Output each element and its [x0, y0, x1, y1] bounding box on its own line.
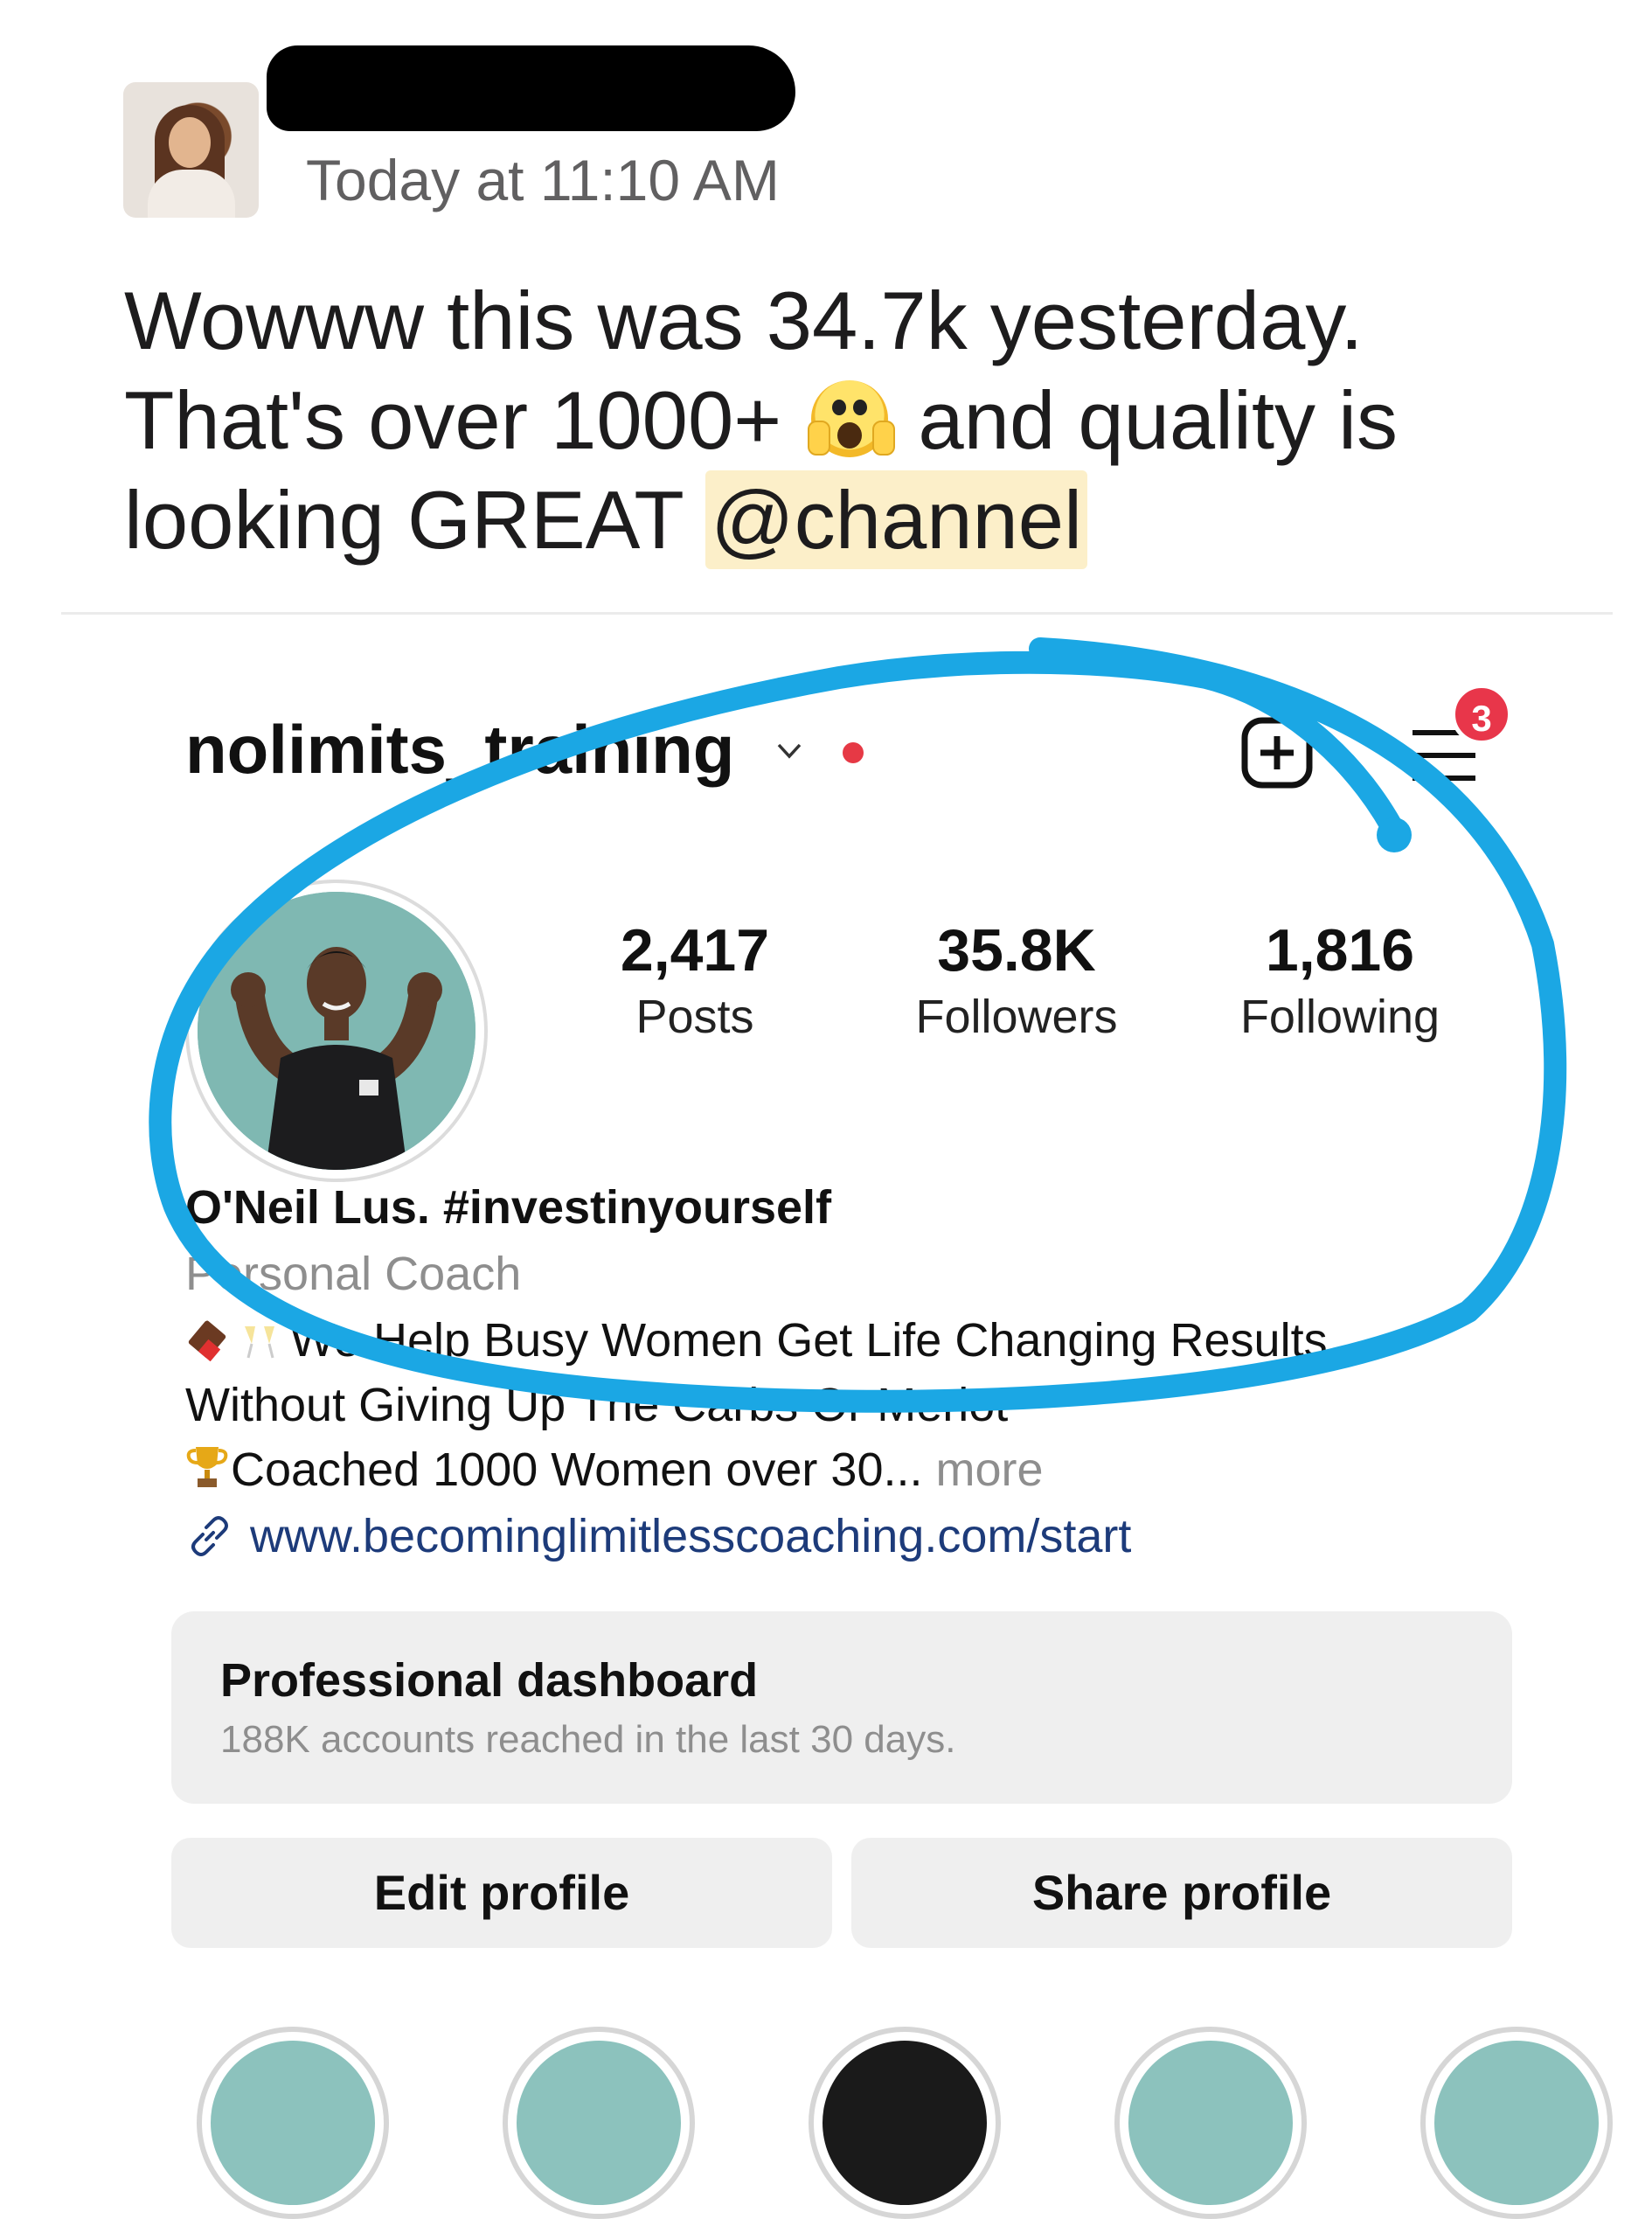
bio-more-link[interactable]: more: [936, 1443, 1044, 1496]
share-profile-button[interactable]: Share profile: [851, 1838, 1512, 1948]
message-timestamp[interactable]: Today at 11:10 AM: [306, 147, 780, 213]
story-highlight-2[interactable]: [503, 2027, 695, 2219]
channel-mention[interactable]: @channel: [705, 470, 1087, 569]
dashboard-subtitle: 188K accounts reached in the last 30 day…: [220, 1718, 956, 1761]
message-body: Wowww this was 34.7k yesterday. That's o…: [124, 271, 1523, 570]
redacted-sender-name: [267, 45, 795, 131]
unread-dot: [843, 742, 864, 763]
profile-category: Personal Coach: [185, 1248, 522, 1300]
profile-website-link[interactable]: www.becominglimitlesscoaching.com/start: [185, 1509, 1131, 1563]
followers-label[interactable]: Followers: [868, 990, 1165, 1044]
story-highlight-1[interactable]: [197, 2027, 389, 2219]
story-highlight-3[interactable]: [809, 2027, 1001, 2219]
profile-username[interactable]: nolimits_training: [185, 710, 734, 790]
clinking-glasses-icon: [245, 1326, 274, 1359]
bio-line-1: We Help Busy Women Get Life Changing Res…: [185, 1313, 1328, 1367]
trophy-icon: [186, 1447, 228, 1487]
following-label[interactable]: Following: [1191, 990, 1489, 1044]
link-icon: [191, 1516, 228, 1556]
profile-website-url[interactable]: www.becominglimitlesscoaching.com/start: [250, 1510, 1131, 1562]
story-highlight-5[interactable]: [1420, 2027, 1613, 2219]
dashboard-title: Professional dashboard: [220, 1654, 759, 1707]
professional-dashboard-card[interactable]: Professional dashboard 188K accounts rea…: [171, 1611, 1512, 1804]
following-count[interactable]: 1,816: [1191, 916, 1489, 984]
add-post-icon[interactable]: [1239, 715, 1315, 790]
message-divider: [61, 612, 1613, 615]
edit-profile-button[interactable]: Edit profile: [171, 1838, 832, 1948]
followers-count[interactable]: 35.8K: [868, 916, 1165, 984]
bio-line-3-text: Coached 1000 Women over 30...: [231, 1443, 923, 1496]
chevron-down-icon[interactable]: [776, 741, 802, 761]
notification-badge: 3: [1451, 684, 1512, 745]
bio-line-3: Coached 1000 Women over 30... more: [185, 1443, 1044, 1497]
profile-picture[interactable]: [198, 892, 475, 1170]
bio-line-2: Without Giving Up The Carbs Or Merlot: [185, 1379, 1009, 1431]
face-screaming-in-fear-icon: [808, 380, 896, 457]
sender-avatar[interactable]: [123, 82, 259, 218]
chocolate-bar-icon: [188, 1320, 226, 1361]
bio-line-1-text: We Help Busy Women Get Life Changing Res…: [290, 1314, 1328, 1367]
posts-label[interactable]: Posts: [546, 990, 843, 1044]
posts-count[interactable]: 2,417: [546, 916, 843, 984]
profile-display-name: O'Neil Lus. #investinyourself: [185, 1181, 832, 1234]
story-highlight-4[interactable]: [1114, 2027, 1307, 2219]
